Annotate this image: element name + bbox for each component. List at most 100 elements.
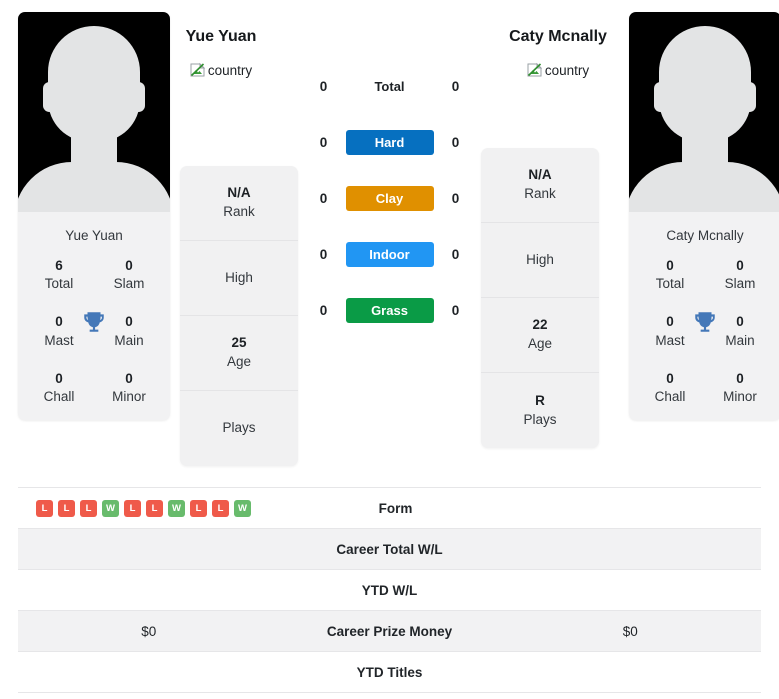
avatar-body bbox=[629, 162, 779, 212]
stat-cell: 0 Slam bbox=[705, 257, 775, 293]
row-label: Career Total W/L bbox=[336, 541, 443, 557]
stat-value: 0 bbox=[125, 258, 133, 273]
row-label: YTD W/L bbox=[361, 582, 418, 598]
left-titles-grid: 6 Total 0 Slam 0 Mast 0 Main 0 Chall 0 M… bbox=[18, 257, 170, 406]
form-chip-l[interactable]: L bbox=[124, 499, 141, 517]
left-player-photo bbox=[18, 12, 170, 212]
stat-value: 0 bbox=[125, 370, 133, 386]
surface-label-indoor[interactable]: Indoor bbox=[345, 241, 434, 267]
stat-cell: 0 Total bbox=[635, 257, 705, 293]
left-player-info-card: N/A Rank High 25 Age Plays bbox=[180, 166, 298, 466]
trophy-icon bbox=[695, 312, 715, 332]
surface-right-value: 0 bbox=[451, 134, 460, 150]
right-player-header: Caty Mcnally country bbox=[495, 0, 621, 83]
right-country-flag: country bbox=[527, 62, 589, 78]
info-row-rank: N/A Rank bbox=[180, 166, 298, 241]
right-player-card[interactable]: Caty Mcnally 0 Total 0 Slam 0 Mast 0 Mai… bbox=[629, 12, 779, 421]
stat-cell: 0 Chall bbox=[635, 370, 705, 406]
surface-right-value: 0 bbox=[451, 246, 460, 262]
stats-table: LLLWLLWLLW Form Career Total W/L YTD W/L… bbox=[18, 487, 761, 693]
form-chip-w[interactable]: W bbox=[234, 499, 251, 517]
stat-label: Total bbox=[44, 276, 74, 292]
stat-value: 0 bbox=[736, 258, 744, 273]
stat-label: Slam bbox=[113, 276, 145, 292]
info-label: Plays bbox=[222, 420, 256, 436]
surface-right-value: 0 bbox=[451, 78, 460, 94]
stat-cell: 0 Minor bbox=[94, 370, 164, 406]
left-player-stats: Yue Yuan 6 Total 0 Slam 0 Mast 0 Main 0 … bbox=[18, 212, 170, 421]
info-label: Plays bbox=[523, 411, 557, 427]
stat-value: 0 bbox=[666, 258, 674, 273]
right-player-name[interactable]: Caty Mcnally bbox=[495, 28, 621, 46]
surface-left-value: 0 bbox=[319, 302, 328, 318]
form-chip-w[interactable]: W bbox=[102, 499, 119, 517]
stat-value: 6 bbox=[55, 258, 63, 273]
stat-cell: 0 Chall bbox=[24, 370, 94, 406]
left-player-photo-column: Yue Yuan 6 Total 0 Slam 0 Mast 0 Main 0 … bbox=[0, 0, 170, 421]
info-value: R bbox=[535, 392, 545, 408]
row-label: Career Prize Money bbox=[326, 623, 453, 639]
left-player-card[interactable]: Yue Yuan 6 Total 0 Slam 0 Mast 0 Main 0 … bbox=[18, 12, 170, 421]
avatar-ear-right bbox=[132, 82, 145, 112]
surface-label-hard[interactable]: Hard bbox=[345, 129, 434, 155]
left-form-chips: LLLWLLWLLW bbox=[36, 499, 251, 517]
row-right-value: $0 bbox=[622, 623, 638, 639]
stat-label: Minor bbox=[723, 389, 757, 405]
surface-left-value: 0 bbox=[319, 78, 328, 94]
surface-row: 0 Clay 0 bbox=[284, 170, 495, 226]
surface-label-clay[interactable]: Clay bbox=[345, 185, 434, 211]
surface-comparison: 0 Total 0 0 Hard 0 0 Clay 0 0 Indoor 0 0 bbox=[284, 0, 495, 338]
surface-left-value: 0 bbox=[319, 134, 328, 150]
form-chip-l[interactable]: L bbox=[212, 499, 229, 517]
left-country-alt-text: country bbox=[207, 62, 253, 78]
left-country-flag: country bbox=[190, 62, 252, 78]
form-chip-l[interactable]: L bbox=[146, 499, 163, 517]
surface-label-grass[interactable]: Grass bbox=[345, 297, 434, 323]
right-player-photo bbox=[629, 12, 779, 212]
info-value: 25 bbox=[231, 335, 247, 351]
player-comparison-page: Yue Yuan 6 Total 0 Slam 0 Mast 0 Main 0 … bbox=[0, 0, 779, 699]
surface-row: 0 Hard 0 bbox=[284, 114, 495, 170]
stat-cell: 0 Slam bbox=[94, 257, 164, 293]
form-chip-l[interactable]: L bbox=[36, 499, 53, 517]
left-player-header: Yue Yuan country bbox=[158, 0, 284, 83]
left-player-card-name: Yue Yuan bbox=[65, 228, 123, 243]
stat-value: 0 bbox=[736, 370, 744, 386]
right-titles-grid: 0 Total 0 Slam 0 Mast 0 Main 0 Chall 0 M… bbox=[629, 257, 779, 406]
form-chip-l[interactable]: L bbox=[80, 499, 97, 517]
info-row-age: 22 Age bbox=[481, 298, 599, 373]
surface-row: 0 Total 0 bbox=[284, 58, 495, 114]
table-row-ytd-titles: YTD Titles bbox=[18, 652, 761, 693]
avatar-ear-left bbox=[654, 82, 667, 112]
row-left-value: $0 bbox=[141, 623, 157, 639]
table-row-career-prize-money: $0 Career Prize Money $0 bbox=[18, 611, 761, 652]
info-row-high: High bbox=[481, 223, 599, 298]
avatar-body bbox=[18, 162, 170, 212]
stat-label: Chall bbox=[43, 389, 75, 405]
surface-row: 0 Indoor 0 bbox=[284, 226, 495, 282]
info-row-high: High bbox=[180, 241, 298, 316]
surface-left-value: 0 bbox=[319, 246, 328, 262]
surface-right-value: 0 bbox=[451, 190, 460, 206]
right-player-stats: Caty Mcnally 0 Total 0 Slam 0 Mast 0 Mai… bbox=[629, 212, 779, 421]
form-chip-l[interactable]: L bbox=[58, 499, 75, 517]
info-value: 22 bbox=[532, 317, 548, 333]
info-label: Rank bbox=[223, 204, 255, 219]
right-country-alt-text: country bbox=[544, 62, 590, 78]
right-player-card-name: Caty Mcnally bbox=[666, 228, 744, 243]
form-chip-l[interactable]: L bbox=[190, 499, 207, 517]
surface-label-total: Total bbox=[374, 78, 405, 94]
left-player-name[interactable]: Yue Yuan bbox=[158, 28, 284, 46]
stat-cell: 6 Total bbox=[24, 257, 94, 293]
stat-value: 0 bbox=[55, 370, 63, 386]
form-left-cell: LLLWLLWLLW bbox=[18, 499, 286, 517]
info-value: N/A bbox=[227, 185, 251, 201]
table-row-career-total-wl: Career Total W/L bbox=[18, 529, 761, 570]
info-value: N/A bbox=[528, 167, 552, 183]
form-chip-w[interactable]: W bbox=[168, 499, 185, 517]
info-row-age: 25 Age bbox=[180, 316, 298, 391]
stat-label: Slam bbox=[724, 276, 756, 292]
row-label: YTD Titles bbox=[356, 664, 423, 680]
surface-left-value: 0 bbox=[319, 190, 328, 206]
stat-label: Minor bbox=[112, 389, 146, 405]
